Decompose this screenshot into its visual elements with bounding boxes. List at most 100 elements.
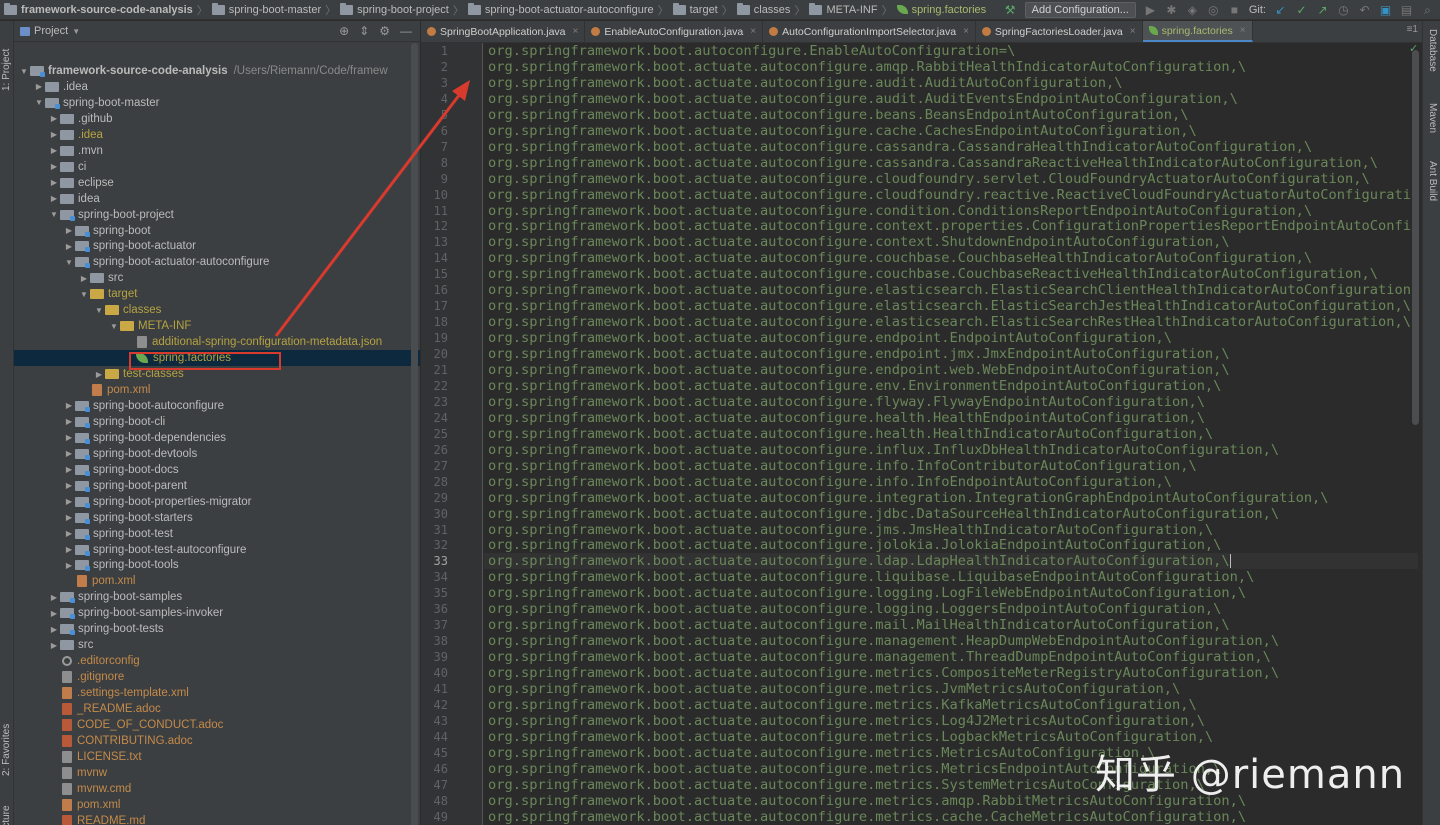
tree-item[interactable]: ▼ spring-boot-project bbox=[14, 207, 420, 223]
locate-icon[interactable]: ⊕ bbox=[339, 24, 349, 38]
tree-item[interactable]: CONTRIBUTING.adoc bbox=[14, 733, 420, 749]
code-line[interactable]: org.springframework.boot.actuate.autocon… bbox=[488, 601, 1221, 617]
run-icon[interactable]: ▶ bbox=[1144, 3, 1157, 17]
tree-item[interactable]: ▶ spring-boot-properties-migrator bbox=[14, 494, 420, 510]
tabs-more-icon[interactable]: ≡1 bbox=[1407, 24, 1418, 35]
tree-item[interactable]: ▼ META-INF bbox=[14, 318, 420, 334]
code-line[interactable]: org.springframework.boot.actuate.autocon… bbox=[488, 506, 1279, 522]
code-line[interactable]: org.springframework.boot.actuate.autocon… bbox=[488, 569, 1254, 585]
chevron-right-icon[interactable]: ▶ bbox=[63, 561, 75, 570]
chevron-down-icon[interactable]: ▼ bbox=[48, 210, 60, 219]
code-line[interactable]: org.springframework.boot.actuate.autocon… bbox=[488, 458, 1197, 474]
add-configuration-button[interactable]: Add Configuration... bbox=[1024, 2, 1136, 18]
breadcrumb-item[interactable]: spring-boot-actuator-autoconfigure bbox=[464, 0, 658, 20]
tree-item[interactable]: ▶ .idea bbox=[14, 79, 420, 95]
tree-item[interactable]: ▶ eclipse bbox=[14, 175, 420, 191]
chevron-down-icon[interactable]: ▼ bbox=[108, 322, 120, 331]
stop-icon[interactable]: ■ bbox=[1228, 3, 1241, 17]
code-line[interactable]: org.springframework.boot.actuate.autocon… bbox=[488, 745, 1156, 761]
tree-item[interactable]: mvnw bbox=[14, 765, 420, 781]
chevron-right-icon[interactable]: ▶ bbox=[63, 529, 75, 538]
close-icon[interactable]: × bbox=[750, 26, 756, 37]
chevron-down-icon[interactable]: ▼ bbox=[72, 27, 80, 36]
chevron-right-icon[interactable]: ▶ bbox=[48, 114, 60, 123]
tree-item[interactable]: ▶ spring-boot-autoconfigure bbox=[14, 398, 420, 414]
database-tool-window-tab[interactable]: Database bbox=[1427, 29, 1438, 72]
git-push-icon[interactable]: ↗ bbox=[1316, 3, 1329, 17]
code-line[interactable]: org.springframework.boot.actuate.autocon… bbox=[488, 123, 1197, 139]
tree-item[interactable]: pom.xml bbox=[14, 797, 420, 813]
code-line[interactable]: org.springframework.boot.actuate.autocon… bbox=[488, 298, 1411, 314]
chevron-right-icon[interactable]: ▶ bbox=[48, 194, 60, 203]
tree-item[interactable]: ▶ spring-boot-cli bbox=[14, 414, 420, 430]
chevron-right-icon[interactable]: ▶ bbox=[48, 130, 60, 139]
code-line[interactable]: org.springframework.boot.actuate.autocon… bbox=[488, 155, 1378, 171]
tree-item[interactable]: ▼ target bbox=[14, 286, 420, 302]
structure-tool-window-tab[interactable]: Structure bbox=[1, 805, 12, 825]
code-line[interactable]: org.springframework.boot.actuate.autocon… bbox=[488, 171, 1370, 187]
tree-item[interactable]: .gitignore bbox=[14, 669, 420, 685]
tree-item[interactable]: .editorconfig bbox=[14, 653, 420, 669]
code-line[interactable]: org.springframework.boot.actuate.autocon… bbox=[488, 665, 1279, 681]
close-icon[interactable]: × bbox=[963, 26, 969, 37]
tree-item[interactable]: LICENSE.txt bbox=[14, 749, 420, 765]
code-line[interactable]: org.springframework.boot.actuate.autocon… bbox=[488, 266, 1378, 282]
git-rollback-icon[interactable]: ↶ bbox=[1358, 3, 1371, 17]
profile-icon[interactable]: ◎ bbox=[1207, 3, 1220, 17]
editor-tab[interactable]: AutoConfigurationImportSelector.java × bbox=[763, 21, 976, 42]
tree-item[interactable]: pom.xml bbox=[14, 573, 420, 589]
maven-tool-window-tab[interactable]: Maven bbox=[1427, 103, 1438, 133]
chevron-right-icon[interactable]: ▶ bbox=[48, 146, 60, 155]
code-line[interactable]: org.springframework.boot.actuate.autocon… bbox=[488, 314, 1411, 330]
chevron-right-icon[interactable]: ▶ bbox=[63, 417, 75, 426]
chevron-right-icon[interactable]: ▶ bbox=[93, 370, 105, 379]
tree-item[interactable]: ▶ spring-boot-parent bbox=[14, 478, 420, 494]
gear-icon[interactable]: ⚙ bbox=[379, 24, 390, 38]
chevron-right-icon[interactable]: ▶ bbox=[63, 465, 75, 474]
tree-item[interactable]: ▶ src bbox=[14, 637, 420, 653]
code-line[interactable]: org.springframework.boot.actuate.autocon… bbox=[488, 75, 1123, 91]
breadcrumb-item[interactable]: spring-boot-master bbox=[208, 0, 325, 20]
tree-item[interactable]: ▶ spring-boot-tests bbox=[14, 621, 420, 637]
code-line[interactable]: org.springframework.boot.actuate.autocon… bbox=[488, 378, 1221, 394]
code-line[interactable]: org.springframework.boot.actuate.autocon… bbox=[488, 394, 1205, 410]
code-line[interactable]: org.springframework.boot.actuate.autocon… bbox=[488, 139, 1312, 155]
project-panel-title[interactable]: Project bbox=[34, 25, 68, 37]
chevron-right-icon[interactable]: ▶ bbox=[63, 433, 75, 442]
hide-icon[interactable]: — bbox=[400, 24, 412, 38]
search-everywhere-icon[interactable]: ⌕ bbox=[1421, 3, 1434, 17]
tree-item[interactable]: .settings-template.xml bbox=[14, 685, 420, 701]
code-line[interactable]: org.springframework.boot.actuate.autocon… bbox=[488, 234, 1230, 250]
tree-item[interactable]: ▼ classes bbox=[14, 302, 420, 318]
tree-item[interactable]: ▼ spring-boot-master bbox=[14, 95, 420, 111]
tree-item[interactable]: ▼ spring-boot-actuator-autoconfigure bbox=[14, 254, 420, 270]
chevron-right-icon[interactable]: ▶ bbox=[63, 449, 75, 458]
tree-item[interactable]: CODE_OF_CONDUCT.adoc bbox=[14, 717, 420, 733]
project-scrollbar[interactable] bbox=[411, 43, 418, 825]
chevron-right-icon[interactable]: ▶ bbox=[48, 625, 60, 634]
tree-item[interactable]: pom.xml bbox=[14, 382, 420, 398]
project-tool-window-tab[interactable]: 1: Project bbox=[1, 49, 12, 91]
chevron-down-icon[interactable]: ▼ bbox=[18, 67, 30, 76]
breadcrumb-item[interactable]: spring-boot-project bbox=[336, 0, 453, 20]
editor-tab[interactable]: spring.factories × bbox=[1142, 21, 1253, 42]
chevron-right-icon[interactable]: ▶ bbox=[48, 641, 60, 650]
close-icon[interactable]: × bbox=[1240, 25, 1246, 36]
tree-item[interactable]: ▶ spring-boot-starters bbox=[14, 510, 420, 526]
chevron-down-icon[interactable]: ▼ bbox=[93, 306, 105, 315]
code-line[interactable]: org.springframework.boot.actuate.autocon… bbox=[488, 617, 1230, 633]
chevron-right-icon[interactable]: ▶ bbox=[63, 481, 75, 490]
code-line[interactable]: org.springframework.boot.actuate.autocon… bbox=[488, 59, 1246, 75]
code-line[interactable]: org.springframework.boot.actuate.autocon… bbox=[488, 282, 1411, 298]
code-line[interactable]: org.springframework.boot.actuate.autocon… bbox=[488, 91, 1238, 107]
editor-tab[interactable]: SpringFactoriesLoader.java × bbox=[976, 21, 1143, 42]
breadcrumb-item[interactable]: target bbox=[669, 0, 722, 20]
tree-item[interactable]: ▶ src bbox=[14, 270, 420, 286]
chevron-right-icon[interactable]: ▶ bbox=[48, 162, 60, 171]
code-line[interactable]: org.springframework.boot.actuate.autocon… bbox=[488, 697, 1197, 713]
tree-item[interactable]: ▶ .mvn bbox=[14, 143, 420, 159]
breadcrumb-item[interactable]: META-INF bbox=[805, 0, 881, 20]
chevron-right-icon[interactable]: ▶ bbox=[63, 513, 75, 522]
code-line[interactable]: org.springframework.boot.actuate.autocon… bbox=[488, 218, 1411, 234]
chevron-right-icon[interactable]: ▶ bbox=[63, 242, 75, 251]
